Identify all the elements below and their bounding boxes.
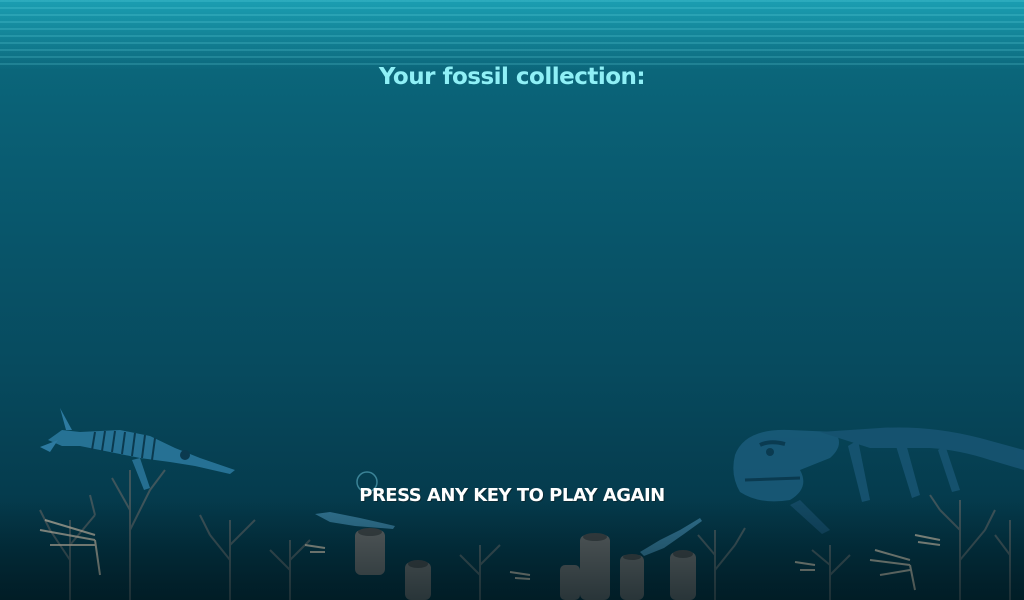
fossil-collection-title: Your fossil collection: xyxy=(378,64,646,90)
seabed-shadow xyxy=(0,500,1024,600)
ichthyosaur-fossil xyxy=(40,408,235,490)
play-again-prompt[interactable]: PRESS ANY KEY TO PLAY AGAIN xyxy=(0,485,1024,506)
